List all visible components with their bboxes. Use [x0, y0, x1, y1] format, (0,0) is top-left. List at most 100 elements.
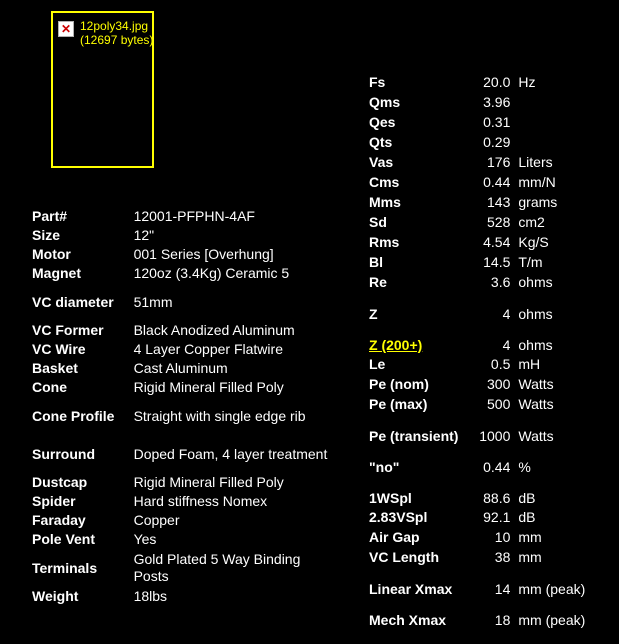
- spec-row: Part# 12001-PFPHN-4AF: [32, 207, 332, 226]
- parameter-row: "no" 0.44%: [369, 445, 599, 476]
- parameter-label: Le: [369, 355, 386, 372]
- spec-value: Rigid Mineral Filled Poly: [133, 474, 284, 490]
- spec-value: Gold Plated 5 Way Binding Posts: [133, 551, 301, 584]
- spec-label: Size: [32, 227, 61, 243]
- parameter-unit: dB: [518, 490, 536, 506]
- spec-row: Terminals Gold Plated 5 Way Binding Posts: [32, 549, 332, 587]
- parameter-row: Z (200+) 4 ohms: [369, 323, 599, 354]
- spec-row: Dustcap Rigid Mineral Filled Poly: [32, 473, 332, 492]
- parameter-unit: grams: [518, 193, 558, 210]
- parameter-value: 0.5: [490, 355, 511, 372]
- parameter-unit: Watts: [518, 428, 554, 444]
- parameter-label: Re: [369, 273, 387, 290]
- parameter-value: 0.44: [483, 459, 511, 475]
- parameter-row: Qms 3.96: [369, 92, 599, 112]
- parameter-value: 4: [502, 306, 511, 322]
- spec-value: 4 Layer Copper Flatwire: [133, 341, 283, 357]
- parameter-unit: ohms: [518, 306, 553, 322]
- parameter-label: Vas: [369, 153, 394, 170]
- spec-value: Yes: [133, 531, 157, 547]
- parameter-row: Qes 0.31: [369, 112, 599, 132]
- parameter-label: Cms: [369, 173, 400, 190]
- parameter-value: 1000: [479, 428, 511, 444]
- parameter-value: 20.0: [483, 73, 511, 90]
- parameter-row: Qts 0.29: [369, 132, 599, 152]
- broken-image-filename: 12poly34.jpg: [80, 19, 149, 33]
- parameter-row: Fs 20.0 Hz: [369, 72, 599, 92]
- spec-label: Dustcap: [32, 474, 88, 490]
- spec-label: Cone: [32, 379, 67, 395]
- parameter-unit: %: [518, 459, 531, 475]
- parameter-label: "no": [369, 459, 400, 475]
- spec-label: Cone Profile: [32, 407, 115, 424]
- parameter-unit: [518, 92, 599, 112]
- parameter-unit: ohms: [518, 337, 553, 353]
- parameter-unit: T/m: [518, 253, 543, 270]
- spec-label: Basket: [32, 360, 78, 376]
- parameter-row: Mech Xmax 18 mm (peak): [369, 598, 599, 629]
- parameter-label: Qts: [369, 133, 393, 150]
- parameter-value: 4.54: [483, 233, 511, 250]
- spec-value: 001 Series [Overhung]: [133, 246, 274, 262]
- parameter-unit: [518, 112, 599, 132]
- parameter-label: Qms: [369, 93, 401, 110]
- spec-value: 12": [133, 227, 155, 243]
- parameter-unit: dB: [518, 508, 536, 525]
- parameter-row: Le 0.5 mH: [369, 354, 599, 374]
- parameter-unit: ohms: [518, 273, 553, 290]
- spec-label: Spider: [32, 493, 76, 509]
- driver-construction-table: Part# 12001-PFPHN-4AF Size 12" Motor 001 Seri…: [32, 207, 332, 606]
- parameter-value: 14.5: [483, 253, 511, 270]
- spec-label: VC diameter: [32, 293, 114, 310]
- broken-image-alt-text: 12poly34.jpg (12697 bytes): [80, 19, 153, 47]
- spec-label: VC Former: [32, 322, 104, 338]
- broken-image-x-icon: ✕: [58, 21, 74, 37]
- spec-row: Spider Hard stiffness Nomex: [32, 492, 332, 511]
- spec-row: Magnet 120oz (3.4Kg) Ceramic 5: [32, 264, 332, 283]
- spec-label: Terminals: [32, 559, 98, 576]
- parameter-unit: mm: [518, 528, 542, 545]
- parameter-label-link[interactable]: Z (200+): [369, 323, 470, 354]
- parameter-row: 1WSpl 88.6 dB: [369, 476, 599, 507]
- parameter-row: Sd 528 cm2: [369, 212, 599, 232]
- spec-value: Copper: [133, 512, 180, 528]
- spec-value: 18lbs: [133, 588, 168, 604]
- spec-row: Faraday Copper: [32, 511, 332, 530]
- spec-label: Pole Vent: [32, 531, 96, 547]
- impedance-200-link[interactable]: Z (200+): [369, 337, 422, 353]
- spec-label: VC Wire: [32, 341, 86, 357]
- parameter-value: 4: [502, 337, 511, 353]
- parameter-value: 92.1: [483, 508, 511, 525]
- spec-label: Part#: [32, 208, 68, 224]
- parameter-label: Fs: [369, 73, 386, 90]
- spec-value: 12001-PFPHN-4AF: [133, 208, 255, 224]
- parameter-row: Re 3.6 ohms: [369, 272, 599, 292]
- parameter-value: 528: [487, 213, 511, 230]
- spec-row: Surround Doped Foam, 4 layer treatment: [32, 435, 332, 473]
- spec-label: Faraday: [32, 512, 86, 528]
- parameter-value: 0.31: [483, 113, 511, 130]
- parameter-row: Rms 4.54 Kg/S: [369, 232, 599, 252]
- spec-value: Rigid Mineral Filled Poly: [133, 379, 284, 395]
- parameter-unit: Watts: [518, 395, 554, 412]
- parameter-row: Mms 143 grams: [369, 192, 599, 212]
- parameter-value: 18: [494, 612, 511, 628]
- parameter-unit: mm: [518, 548, 542, 565]
- parameter-label: Sd: [369, 213, 387, 230]
- parameter-value: 38: [494, 548, 511, 565]
- parameter-label: Z: [369, 306, 378, 322]
- spec-value: Hard stiffness Nomex: [133, 493, 268, 509]
- parameter-label: Bl: [369, 253, 383, 270]
- spec-row: Pole Vent Yes: [32, 530, 332, 549]
- parameter-unit: Hz: [518, 73, 536, 90]
- spec-label: Motor: [32, 246, 71, 262]
- spec-value: Black Anodized Aluminum: [133, 322, 295, 338]
- broken-image-placeholder[interactable]: ✕ 12poly34.jpg (12697 bytes): [51, 11, 154, 168]
- parameter-label: Linear Xmax: [369, 581, 453, 597]
- parameter-row: Z 4 ohms: [369, 292, 599, 323]
- parameter-value: 0.44: [483, 173, 511, 190]
- parameter-row: Air Gap 10 mm: [369, 527, 599, 547]
- parameter-value: 300: [487, 375, 511, 392]
- parameter-row: Cms 0.44 mm/N: [369, 172, 599, 192]
- spec-value: 51mm: [133, 293, 173, 310]
